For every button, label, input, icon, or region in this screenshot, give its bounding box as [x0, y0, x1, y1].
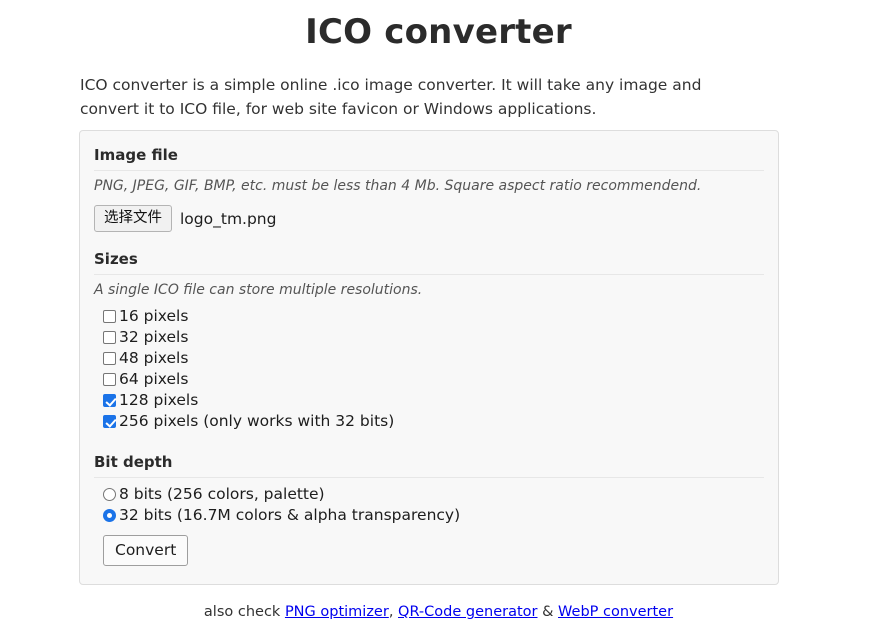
bit-depth-radio[interactable] — [103, 488, 116, 501]
sizes-heading: Sizes — [94, 249, 764, 275]
image-file-help-text: PNG, JPEG, GIF, BMP, etc. must be less t… — [94, 178, 702, 194]
size-option-label: 16 pixels — [119, 307, 189, 325]
bit-depth-heading: Bit depth — [94, 452, 764, 478]
size-checkbox[interactable] — [103, 352, 116, 365]
png-optimizer-link[interactable]: PNG optimizer — [285, 604, 389, 620]
size-option[interactable]: 32 pixels — [94, 327, 764, 348]
size-option[interactable]: 64 pixels — [94, 369, 764, 390]
size-checkbox[interactable] — [103, 373, 116, 386]
size-option[interactable]: 48 pixels — [94, 348, 764, 369]
page-root: ICO converter ICO converter is a simple … — [0, 0, 877, 642]
size-option-label: 256 pixels (only works with 32 bits) — [119, 412, 395, 430]
size-checkbox[interactable] — [103, 415, 116, 428]
bit-depth-option[interactable]: 32 bits (16.7M colors & alpha transparen… — [94, 505, 764, 526]
qr-code-generator-link[interactable]: QR-Code generator — [398, 604, 537, 620]
image-file-heading: Image file — [94, 145, 764, 171]
footer-separator-2: & — [537, 604, 559, 620]
bit-depth-radio[interactable] — [103, 509, 116, 522]
intro-paragraph: ICO converter is a simple online .ico im… — [80, 76, 702, 118]
size-option-label: 128 pixels — [119, 391, 199, 409]
bit-depth-option-label: 32 bits (16.7M colors & alpha transparen… — [119, 506, 461, 524]
size-option[interactable]: 128 pixels — [94, 390, 764, 411]
size-checkbox[interactable] — [103, 394, 116, 407]
browse-file-button[interactable]: 选择文件 — [94, 205, 172, 232]
size-checkbox[interactable] — [103, 331, 116, 344]
sizes-help-text: A single ICO file can store multiple res… — [94, 282, 423, 298]
convert-button[interactable]: Convert — [103, 535, 189, 566]
bit-depth-option-list: 8 bits (256 colors, palette) 32 bits (16.… — [94, 478, 764, 526]
footer: also check PNG optimizer, QR-Code genera… — [0, 602, 877, 622]
converter-form-panel: Image file PNG, JPEG, GIF, BMP, etc. mus… — [79, 130, 779, 585]
file-input-row[interactable]: 选择文件 logo_tm.png — [94, 205, 764, 232]
size-option-label: 32 pixels — [119, 328, 189, 346]
size-checkbox[interactable] — [103, 310, 116, 323]
bit-depth-option[interactable]: 8 bits (256 colors, palette) — [94, 484, 764, 505]
webp-converter-link[interactable]: WebP converter — [558, 604, 673, 620]
size-option-label: 64 pixels — [119, 370, 189, 388]
bit-depth-option-label: 8 bits (256 colors, palette) — [119, 485, 325, 503]
size-option[interactable]: 256 pixels (only works with 32 bits) — [94, 411, 764, 432]
footer-prefix: also check — [203, 604, 285, 620]
size-option[interactable]: 16 pixels — [94, 306, 764, 327]
selected-file-name: logo_tm.png — [180, 209, 277, 228]
page-title: ICO converter — [305, 12, 572, 52]
footer-separator-1: , — [388, 604, 399, 620]
size-option-label: 48 pixels — [119, 349, 189, 367]
sizes-option-list: 16 pixels 32 pixels 48 pixels 64 pixels 128 … — [94, 300, 764, 432]
